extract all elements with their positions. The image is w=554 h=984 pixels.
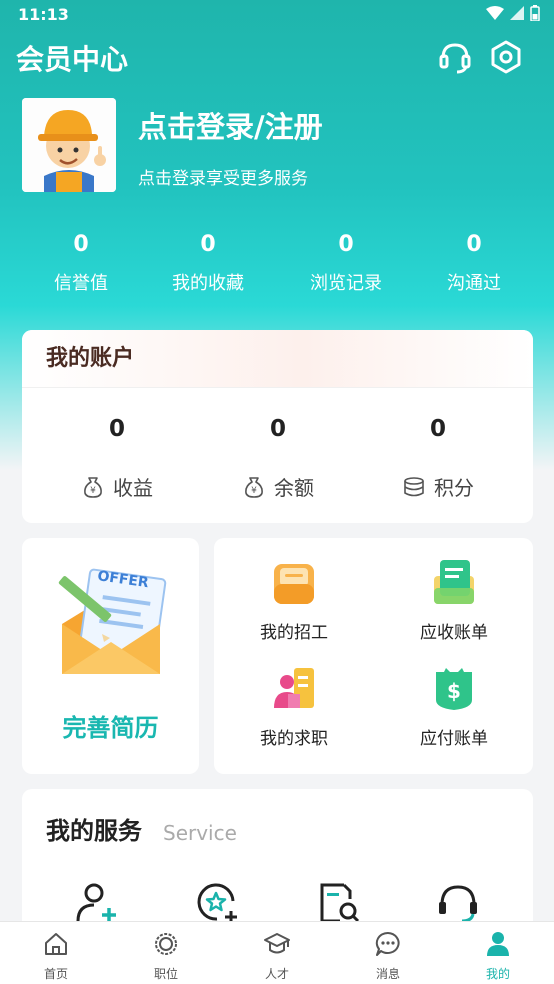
tab-home[interactable]: 首页 (16, 930, 96, 982)
login-subtitle: 点击登录享受更多服务 (138, 169, 308, 189)
stat-value: 0 (200, 232, 216, 257)
complete-resume-label: 完善简历 (62, 714, 159, 742)
grid-receivables[interactable]: 应收账单 (384, 558, 524, 643)
svg-text:¥: ¥ (251, 486, 257, 496)
headset-icon[interactable] (436, 38, 474, 76)
account-value: 0 (429, 416, 446, 442)
payable-wallet-icon: $ (436, 668, 472, 710)
quick-grid-card: 我的招工 应收账单 我的求职 $ 应付账单 (214, 538, 533, 774)
wifi-icon (486, 6, 504, 20)
stat-credit[interactable]: 0 信誉值 (21, 232, 141, 295)
tab-label: 首页 (43, 967, 68, 981)
worker-avatar-illustration (22, 98, 116, 192)
grid-label: 应付账单 (420, 729, 488, 749)
stat-label: 信誉值 (54, 273, 108, 294)
tab-label: 职位 (153, 967, 178, 981)
briefcase-icon (274, 564, 314, 604)
grid-label: 我的招工 (260, 623, 328, 643)
grid-label: 我的求职 (260, 729, 328, 749)
battery-icon (530, 5, 540, 21)
stat-contacted[interactable]: 0 沟通过 (414, 232, 534, 295)
stat-label: 我的收藏 (172, 273, 244, 294)
coin-stack-icon (404, 476, 424, 496)
login-register-link[interactable]: 点击登录/注册 (138, 104, 323, 146)
receivable-doc-icon (434, 560, 474, 604)
account-points[interactable]: 0 积分 (358, 330, 518, 523)
stat-label: 浏览记录 (310, 273, 382, 294)
stat-label: 沟通过 (447, 273, 501, 294)
signal-icon (510, 6, 524, 20)
tab-messages[interactable]: 消息 (348, 930, 428, 982)
resume-card[interactable]: OFFER 完善简历 (22, 538, 199, 774)
profile-icon (487, 932, 509, 956)
stat-value: 0 (466, 232, 482, 257)
page-title: 会员中心 (16, 43, 129, 76)
position-icon (155, 933, 177, 955)
services-title: 我的服务 (46, 817, 142, 845)
add-user-icon[interactable] (74, 881, 118, 925)
account-balance[interactable]: 0 ¥ 余额 (198, 330, 358, 523)
stat-favorites[interactable]: 0 我的收藏 (148, 232, 268, 295)
tab-label: 人才 (264, 967, 289, 981)
tab-positions[interactable]: 职位 (126, 930, 206, 982)
grid-my-job-search[interactable]: 我的求职 (224, 664, 364, 749)
settings-icon[interactable] (487, 38, 525, 76)
services-subtitle: Service (163, 821, 237, 845)
account-label: 积分 (434, 476, 474, 500)
tab-label: 消息 (375, 967, 400, 981)
grid-label: 应收账单 (420, 623, 488, 643)
account-card: 我的账户 0 ¥ 收益 0 ¥ 余额 0 积分 (22, 330, 533, 523)
tab-mine[interactable]: 我的 (458, 930, 538, 982)
stat-value: 0 (73, 232, 89, 257)
status-bar: 11:13 (0, 0, 554, 30)
resume-search-icon[interactable] (316, 881, 360, 925)
svg-text:$: $ (447, 679, 461, 703)
talent-icon (264, 933, 290, 954)
account-earnings[interactable]: 0 ¥ 收益 (37, 330, 197, 523)
account-value: 0 (269, 416, 286, 442)
bottom-tab-bar: 首页 职位 人才 消息 我的 (0, 921, 554, 984)
money-bag-icon: ¥ (245, 476, 263, 498)
home-icon (45, 933, 67, 955)
message-icon (375, 931, 400, 956)
money-bag-icon: ¥ (84, 476, 102, 498)
account-label: 收益 (113, 476, 153, 500)
account-label: 余额 (274, 476, 314, 500)
customer-service-icon[interactable] (436, 881, 480, 925)
tab-label: 我的 (485, 967, 510, 981)
offer-envelope-illustration: OFFER (58, 568, 167, 674)
status-time: 11:13 (18, 5, 69, 24)
favorite-add-icon[interactable] (195, 881, 239, 925)
stat-value: 0 (338, 232, 354, 257)
avatar[interactable] (22, 98, 116, 192)
grid-payables[interactable]: $ 应付账单 (384, 664, 524, 749)
job-search-icon (274, 668, 314, 708)
svg-text:¥: ¥ (90, 486, 96, 496)
account-value: 0 (108, 416, 125, 442)
tab-talent[interactable]: 人才 (237, 930, 317, 982)
stat-history[interactable]: 0 浏览记录 (286, 232, 406, 295)
grid-my-recruitment[interactable]: 我的招工 (224, 558, 364, 643)
